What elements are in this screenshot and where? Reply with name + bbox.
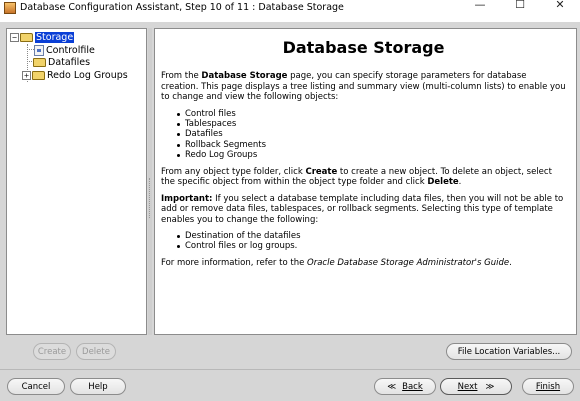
minimize-icon[interactable]: —	[460, 0, 500, 14]
bottom-separator	[0, 369, 580, 370]
changeable-list: Destination of the datafiles Control fil…	[177, 231, 566, 252]
maximize-icon[interactable]: ☐	[500, 0, 540, 14]
tree-label: Datafiles	[48, 56, 91, 68]
panel-splitter[interactable]	[148, 28, 152, 335]
finish-button[interactable]: Finish	[522, 378, 574, 395]
finish-label: Finish	[535, 381, 561, 392]
tree-label: Redo Log Groups	[47, 69, 128, 81]
help-content-panel: Database Storage From the Database Stora…	[154, 28, 577, 335]
window-titlebar: Database Configuration Assistant, Step 1…	[0, 0, 580, 22]
list-item: Destination of the datafiles	[177, 231, 566, 241]
close-icon[interactable]: ✕	[540, 0, 580, 14]
tree-label: Storage	[35, 31, 75, 43]
back-button[interactable]: ≪ Back	[374, 378, 436, 395]
list-item: Rollback Segments	[177, 140, 566, 150]
collapse-icon[interactable]: −	[10, 32, 19, 42]
more-info-paragraph: For more information, refer to the Oracl…	[161, 258, 566, 269]
list-item: Tablespaces	[177, 119, 566, 129]
folder-icon	[33, 57, 46, 67]
back-label: Back	[402, 381, 423, 392]
list-item: Datafiles	[177, 129, 566, 139]
tree-node-controlfile[interactable]: Controlfile	[34, 44, 95, 56]
next-button[interactable]: Next ≫	[440, 378, 512, 395]
tree-node-datafiles[interactable]: Datafiles	[32, 56, 90, 68]
list-item: Redo Log Groups	[177, 150, 566, 160]
help-button[interactable]: Help	[70, 378, 126, 395]
app-icon	[4, 2, 16, 14]
tree-label: Controlfile	[46, 44, 95, 56]
folder-icon	[20, 32, 33, 42]
create-bold: Create	[305, 166, 338, 177]
more-text: .	[509, 257, 512, 268]
tree-connector	[27, 49, 34, 50]
folder-icon	[32, 70, 45, 80]
delete-button[interactable]: Delete	[76, 343, 116, 360]
next-label: Next	[457, 381, 478, 392]
intro-text: From the	[161, 71, 202, 81]
back-arrow-icon: ≪	[387, 381, 397, 392]
more-text: For more information, refer to the	[161, 257, 308, 268]
page-title: Database Storage	[282, 38, 445, 57]
guide-title: Oracle Database Storage Administrator's …	[307, 257, 510, 268]
controlfile-icon	[34, 44, 44, 56]
important-bold: Important:	[161, 193, 213, 204]
tree-node-redo-log-groups[interactable]: + Redo Log Groups	[22, 69, 128, 81]
create-button[interactable]: Create	[33, 343, 71, 360]
delete-bold: Delete	[427, 177, 459, 188]
list-item: Control files	[177, 109, 566, 119]
create-text: .	[458, 177, 462, 188]
window-controls: — ☐ ✕	[460, 0, 580, 22]
list-item: Control files or log groups.	[177, 241, 566, 251]
important-text: If you select a database template includ…	[161, 193, 564, 225]
intro-paragraph: From the Database Storage page, you can …	[161, 71, 566, 103]
important-paragraph: Important: If you select a database temp…	[161, 194, 566, 226]
objects-list: Control files Tablespaces Datafiles Roll…	[177, 109, 566, 161]
splitter-grip[interactable]	[149, 178, 151, 218]
storage-tree[interactable]: − Storage Controlfile Datafiles + Redo L…	[6, 28, 147, 335]
expand-icon[interactable]: +	[22, 70, 31, 80]
next-arrow-icon: ≫	[485, 381, 495, 392]
create-text: From any object type folder, click	[161, 166, 306, 177]
tree-node-storage[interactable]: − Storage	[10, 31, 75, 43]
cancel-button[interactable]: Cancel	[7, 378, 65, 395]
create-paragraph: From any object type folder, click Creat…	[161, 167, 566, 188]
intro-bold: Database Storage	[201, 71, 288, 81]
window-title: Database Configuration Assistant, Step 1…	[20, 1, 344, 13]
file-location-variables-button[interactable]: File Location Variables...	[446, 343, 572, 360]
